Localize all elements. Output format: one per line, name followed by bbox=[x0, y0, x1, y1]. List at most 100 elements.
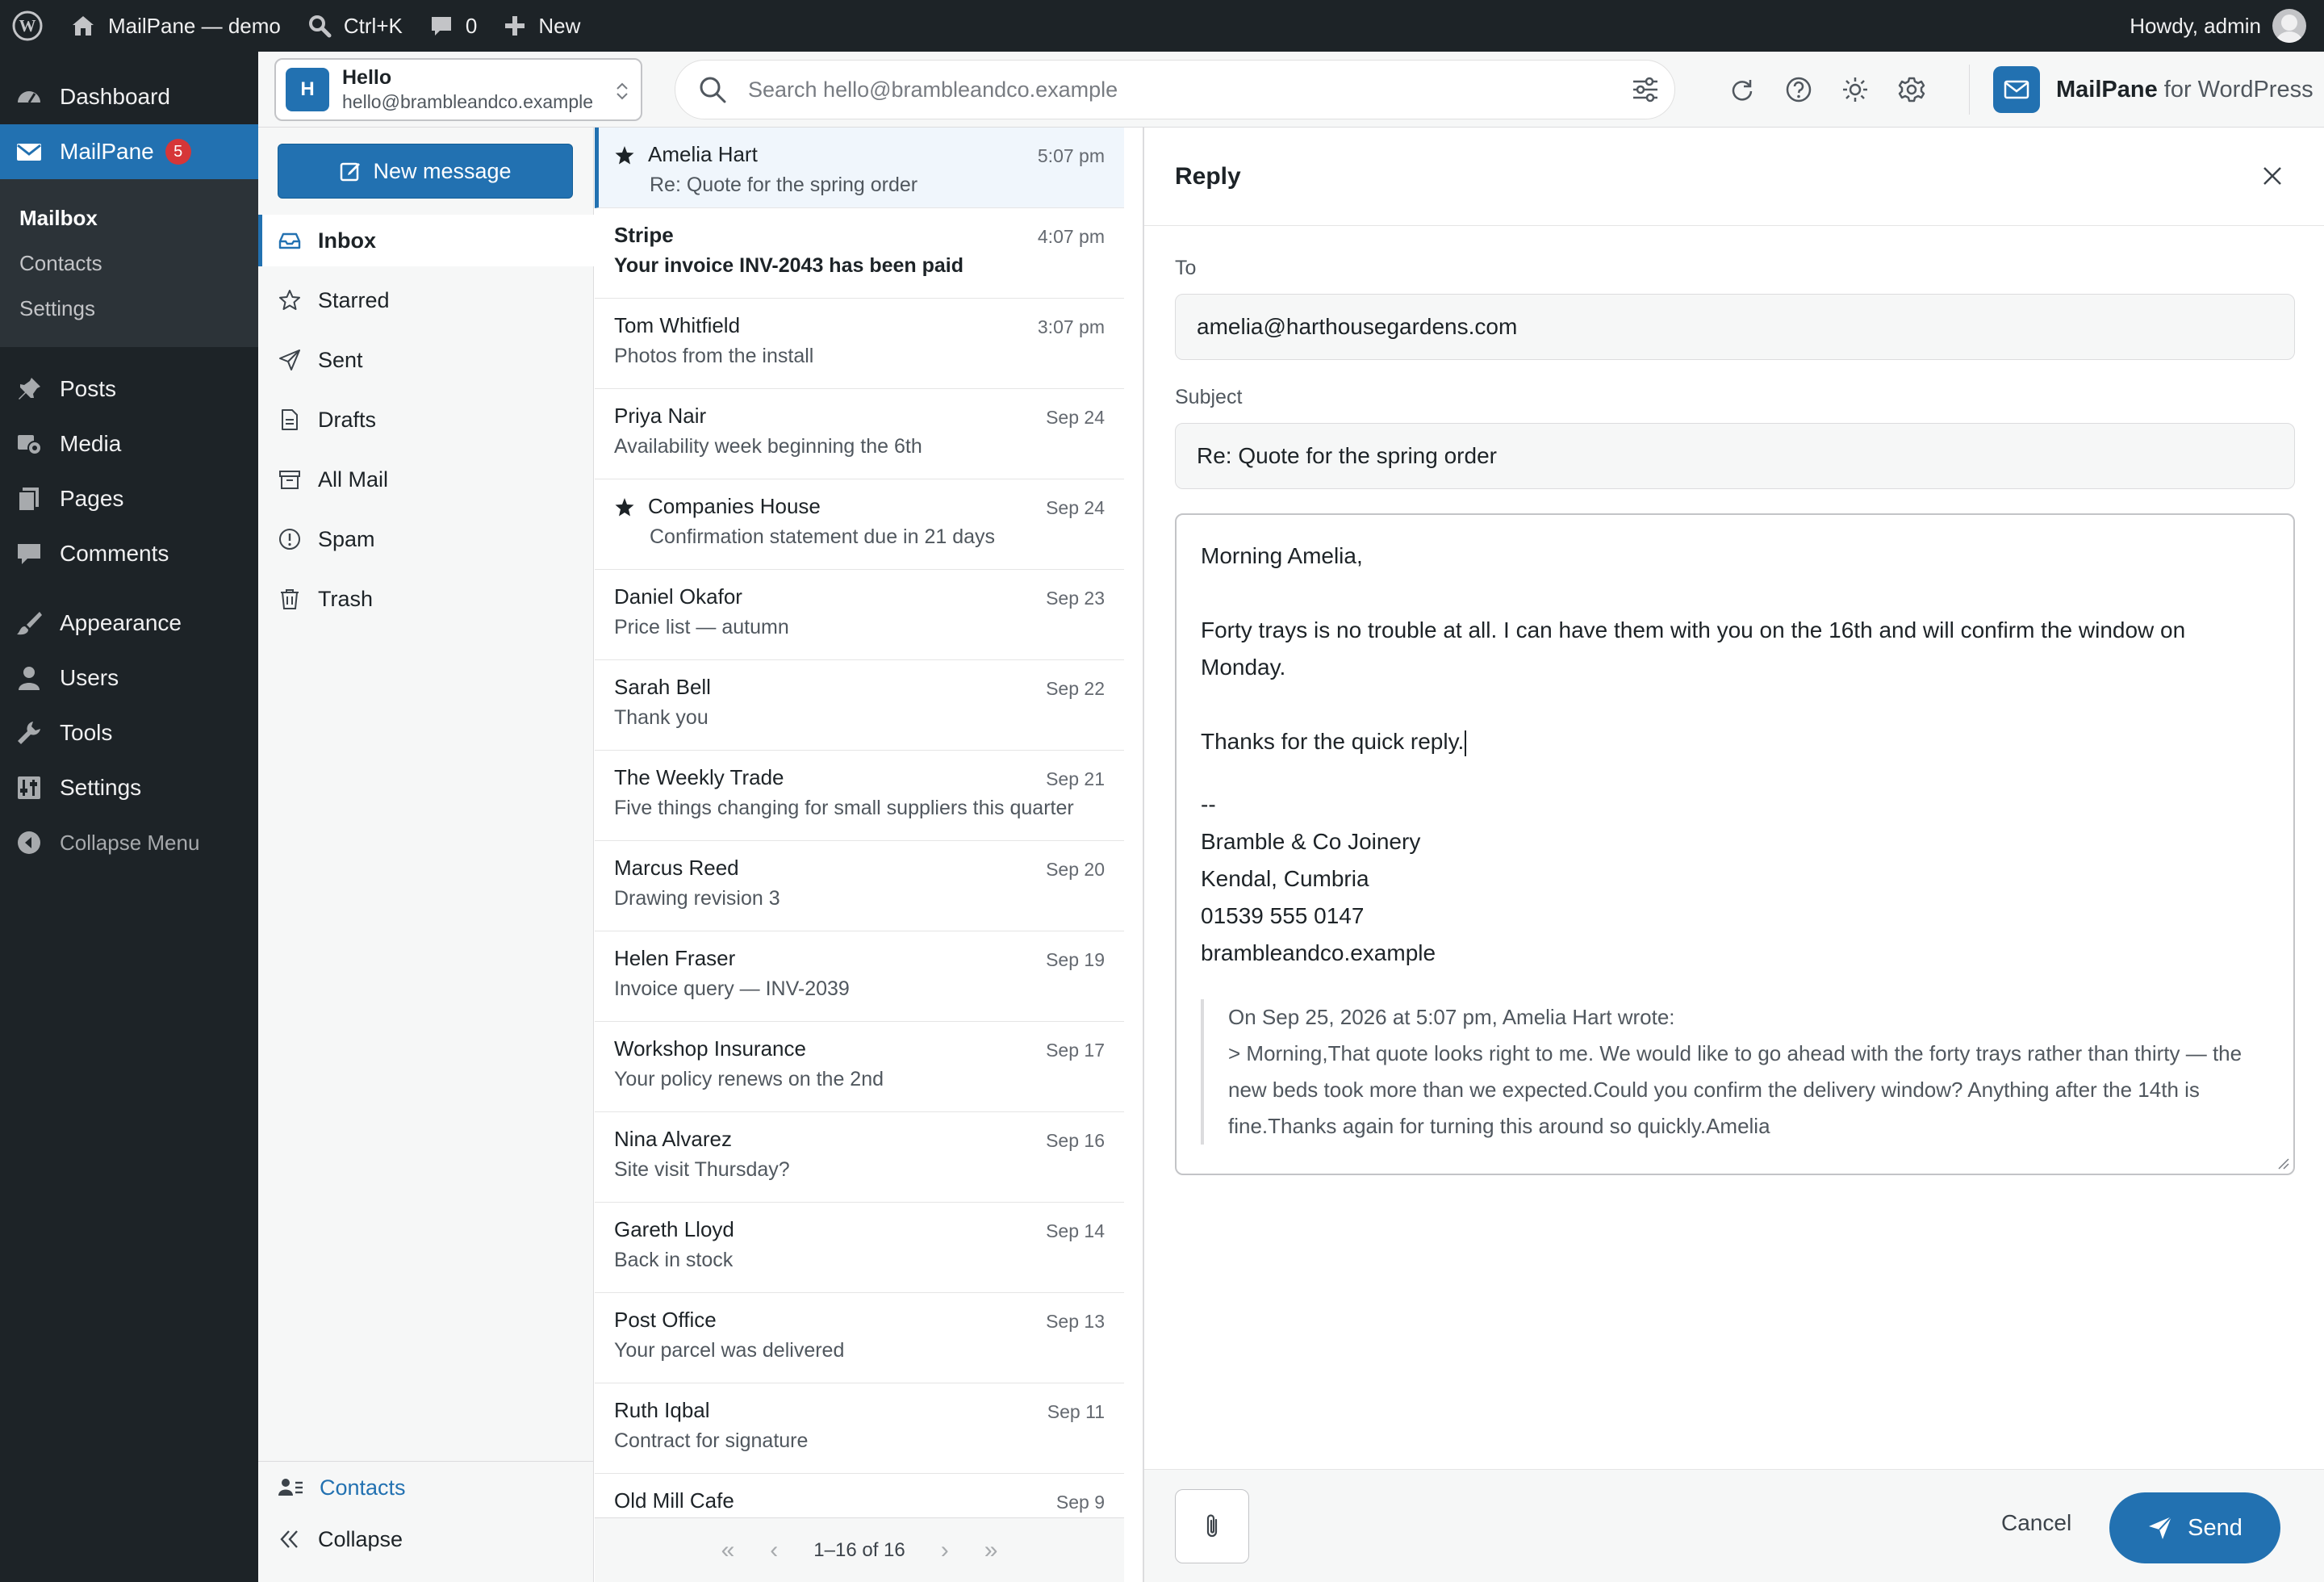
message-sender: Marcus Reed bbox=[614, 856, 739, 880]
wordpress-logo-button[interactable]: W bbox=[0, 0, 56, 52]
cancel-button[interactable]: Cancel bbox=[2001, 1510, 2071, 1536]
message-row[interactable]: Gareth Lloyd Back in stock Sep 14 bbox=[595, 1203, 1124, 1293]
last-page-icon[interactable]: » bbox=[984, 1537, 998, 1564]
submenu-mailbox[interactable]: Mailbox bbox=[0, 195, 258, 241]
message-row[interactable]: Marcus Reed Drawing revision 3 Sep 20 bbox=[595, 841, 1124, 931]
folder-trash[interactable]: Trash bbox=[258, 573, 594, 625]
new-message-button[interactable]: New message bbox=[278, 144, 573, 199]
star-filled-icon[interactable] bbox=[614, 496, 635, 517]
next-page-icon[interactable]: › bbox=[941, 1537, 949, 1564]
menu-appearance[interactable]: Appearance bbox=[0, 596, 258, 651]
send-icon bbox=[279, 349, 300, 370]
menu-pages[interactable]: Pages bbox=[0, 471, 258, 526]
message-row[interactable]: Post Office Your parcel was delivered Sep … bbox=[595, 1293, 1124, 1383]
message-subject: Your parcel was delivered bbox=[614, 1339, 845, 1362]
folder-sent[interactable]: Sent bbox=[258, 334, 594, 386]
brand: MailPane for WordPress bbox=[1993, 66, 2314, 113]
message-subject: Re: Quote for the spring order bbox=[650, 174, 918, 196]
message-row[interactable]: Workshop Insurance Your policy renews on … bbox=[595, 1022, 1124, 1112]
comments-link[interactable]: 0 bbox=[416, 0, 490, 52]
settings-button[interactable] bbox=[1895, 73, 1929, 107]
quote-header: On Sep 25, 2026 at 5:07 pm, Amelia Hart … bbox=[1228, 1005, 1675, 1029]
menu-mailpane[interactable]: MailPane 5 bbox=[0, 124, 258, 179]
menu-comments[interactable]: Comments bbox=[0, 526, 258, 581]
help-button[interactable] bbox=[1782, 73, 1816, 107]
mailpane-submenu: Mailbox Contacts Settings bbox=[0, 179, 258, 347]
account-name: Hello bbox=[342, 66, 392, 89]
contacts-link[interactable]: Contacts bbox=[258, 1462, 594, 1513]
brand-suffix: for WordPress bbox=[2163, 76, 2314, 103]
message-row[interactable]: Companies House Confirmation statement du… bbox=[595, 479, 1124, 570]
send-button[interactable]: Send bbox=[2109, 1492, 2280, 1563]
first-page-icon[interactable]: « bbox=[721, 1537, 735, 1564]
menu-users[interactable]: Users bbox=[0, 651, 258, 705]
folder-drafts[interactable]: Drafts bbox=[258, 394, 594, 446]
menu-tools[interactable]: Tools bbox=[0, 705, 258, 760]
message-row[interactable]: Tom Whitfield Photos from the install 3:07… bbox=[595, 299, 1124, 389]
submenu-settings[interactable]: Settings bbox=[0, 286, 258, 331]
star-filled-icon[interactable] bbox=[614, 144, 635, 165]
message-sender: Amelia Hart bbox=[648, 142, 758, 166]
menu-dashboard[interactable]: Dashboard bbox=[0, 69, 258, 124]
message-sender: Stripe bbox=[614, 223, 674, 247]
howdy-text: Howdy, admin bbox=[2130, 13, 2261, 38]
site-name-link[interactable]: MailPane — demo bbox=[56, 0, 294, 52]
my-account-link[interactable]: Howdy, admin bbox=[2130, 9, 2324, 43]
menu-media[interactable]: Media bbox=[0, 416, 258, 471]
sun-icon bbox=[1843, 77, 1867, 102]
theme-toggle-button[interactable] bbox=[1838, 73, 1872, 107]
dashboard-icon bbox=[18, 91, 40, 103]
message-date: Sep 9 bbox=[1055, 1492, 1105, 1513]
pagination: « ‹ 1–16 of 16 › » bbox=[595, 1517, 1124, 1582]
mailpane-logo-icon bbox=[1993, 66, 2040, 113]
message-row[interactable]: Nina Alvarez Site visit Thursday? Sep 16 bbox=[595, 1112, 1124, 1203]
user-icon bbox=[19, 667, 40, 690]
plus-icon bbox=[505, 16, 525, 36]
attach-button[interactable] bbox=[1175, 1489, 1249, 1563]
new-content-link[interactable]: New bbox=[490, 0, 593, 52]
submenu-contacts[interactable]: Contacts bbox=[0, 241, 258, 286]
folder-footer: Contacts Collapse bbox=[258, 1461, 594, 1565]
message-row[interactable]: Helen Fraser Invoice query — INV-2039 Sep … bbox=[595, 931, 1124, 1022]
resize-handle-icon[interactable] bbox=[2276, 1156, 2290, 1170]
alert-circle-icon bbox=[279, 529, 300, 550]
message-subject: Back in stock bbox=[614, 1249, 734, 1271]
menu-posts[interactable]: Posts bbox=[0, 362, 258, 416]
message-row[interactable]: Sarah Bell Thank you Sep 22 bbox=[595, 660, 1124, 751]
prev-page-icon[interactable]: ‹ bbox=[770, 1537, 778, 1564]
folder-starred[interactable]: Starred bbox=[258, 274, 594, 326]
body-greeting: Morning Amelia, bbox=[1201, 543, 1363, 568]
message-row[interactable]: The Weekly Trade Five things changing for… bbox=[595, 751, 1124, 841]
message-date: Sep 19 bbox=[1046, 949, 1105, 970]
folder-all-mail[interactable]: All Mail bbox=[258, 454, 594, 505]
account-switcher[interactable]: H Hello hello@brambleandco.example bbox=[274, 58, 642, 121]
search-shortcut-button[interactable]: Ctrl+K bbox=[294, 0, 416, 52]
text-cursor bbox=[1465, 730, 1467, 756]
close-icon[interactable] bbox=[2256, 160, 2288, 192]
search-input[interactable] bbox=[748, 77, 1555, 103]
message-row[interactable]: Old Mill Cafe Sep 9 bbox=[595, 1474, 1124, 1517]
message-row[interactable]: Ruth Iqbal Contract for signature Sep 11 bbox=[595, 1383, 1124, 1474]
document-icon bbox=[282, 409, 298, 430]
message-date: 3:07 pm bbox=[1037, 316, 1105, 337]
filter-sliders-icon[interactable] bbox=[1631, 75, 1660, 104]
message-date: Sep 24 bbox=[1046, 407, 1105, 428]
message-body-editor[interactable]: Morning Amelia, Forty trays is no troubl… bbox=[1175, 513, 2295, 1175]
folder-inbox[interactable]: Inbox bbox=[258, 215, 594, 266]
refresh-button[interactable] bbox=[1725, 73, 1759, 107]
to-field[interactable]: amelia@harthousegardens.com bbox=[1175, 294, 2295, 360]
message-row[interactable]: Amelia Hart Re: Quote for the spring orde… bbox=[595, 128, 1124, 208]
folder-spam[interactable]: Spam bbox=[258, 513, 594, 565]
message-date: 5:07 pm bbox=[1037, 145, 1105, 166]
collapse-sidebar-button[interactable]: Collapse bbox=[258, 1513, 594, 1565]
message-row[interactable]: Priya Nair Availability week beginning th… bbox=[595, 389, 1124, 479]
subject-field[interactable]: Re: Quote for the spring order bbox=[1175, 423, 2295, 489]
message-sender: Post Office bbox=[614, 1308, 717, 1332]
message-row[interactable]: Stripe Your invoice INV-2043 has been pai… bbox=[595, 208, 1124, 299]
menu-settings[interactable]: Settings bbox=[0, 760, 258, 815]
shortcut-label: Ctrl+K bbox=[343, 13, 403, 38]
message-row[interactable]: Daniel Okafor Price list — autumn Sep 23 bbox=[595, 570, 1124, 660]
collapse-menu-button[interactable]: Collapse Menu bbox=[0, 815, 258, 870]
chevron-updown-icon bbox=[617, 82, 628, 100]
comments-count: 0 bbox=[465, 13, 478, 38]
